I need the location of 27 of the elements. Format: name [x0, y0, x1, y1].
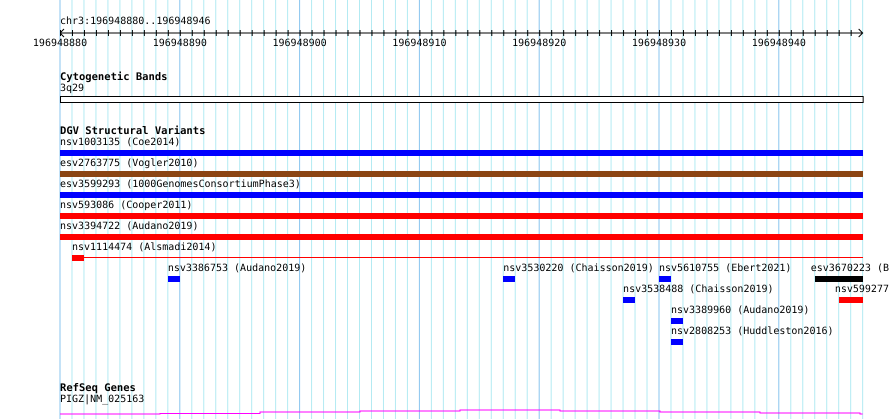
variant-label: nsv2808253 (Huddleston2016) [670, 326, 834, 338]
region-title: chr3:196948880..196948946 [60, 16, 211, 28]
ruler-tick-label: 196948890 [152, 38, 207, 50]
gene-label: PIGZ|NM_025163 [60, 394, 144, 406]
ruler-tick-label: 196948930 [632, 38, 686, 50]
variant-label: nsv599277 [834, 284, 889, 296]
ruler-tick-label: 196948900 [272, 38, 327, 50]
track-title: Cytogenetic Bands [60, 71, 168, 83]
variant-label: nsv3389960 (Audano2019) [670, 305, 810, 317]
variant-label: nsv5610755 (Ebert2021) [659, 263, 792, 275]
ruler-tick-label: 196948940 [752, 38, 806, 50]
ruler-tick-label: 196948910 [392, 38, 446, 50]
variant-label: nsv3394722 (Audano2019) [60, 221, 198, 233]
variant-label: nsv1114474 (Alsmadi2014) [72, 242, 216, 254]
ruler-tick-label: 196948920 [512, 38, 566, 50]
variant-label: nsv3538488 (Chaisson2019) [623, 284, 774, 296]
variant-label: nsv1003135 (Coe2014) [60, 137, 180, 149]
variant-label: esv2763775 (Vogler2010) [60, 158, 198, 170]
variant-label: esv3599293 (1000GenomesConsortiumPhase3) [60, 179, 301, 191]
track-title: DGV Structural Variants [60, 125, 206, 137]
track-title: RefSeq Genes [60, 382, 136, 394]
ruler-tick-label: 196948880 [32, 38, 88, 50]
band-label: 3q29 [60, 83, 84, 95]
variant-label: nsv3386753 (Audano2019) [168, 263, 306, 275]
variant-label: nsv593086 (Cooper2011) [60, 200, 192, 212]
variant-label: esv3670223 (B [810, 263, 890, 275]
variant-label: nsv3530220 (Chaisson2019) [503, 263, 654, 275]
